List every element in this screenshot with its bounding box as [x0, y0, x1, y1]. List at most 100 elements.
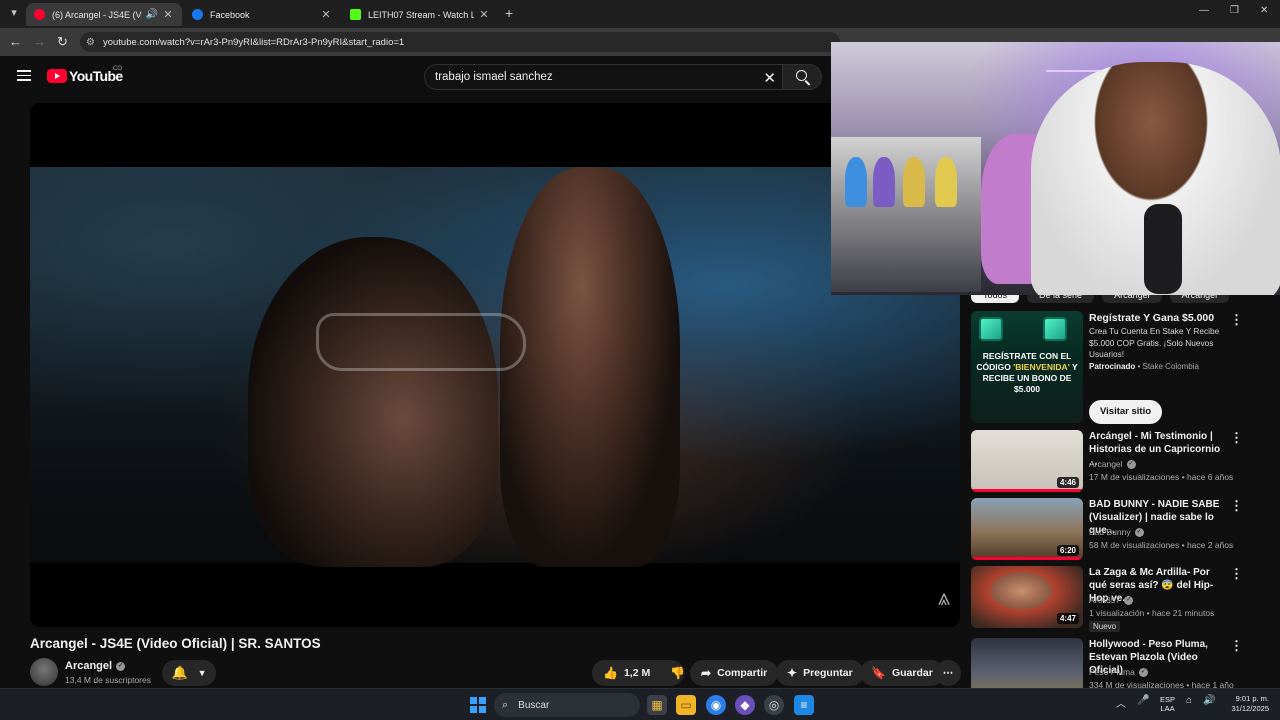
volume-icon[interactable]: 🔊 [1203, 695, 1215, 706]
notepad-icon[interactable]: ≡ [794, 695, 814, 715]
chevron-down-icon: ▼ [197, 668, 207, 678]
recommendation-channel[interactable]: Bad Bunny ✓ [1089, 527, 1144, 537]
network-icon[interactable]: ⌂ [1186, 695, 1192, 706]
ad-thumbnail[interactable]: REGÍSTRATE CON EL CÓDIGO 'BIENVENIDA' Y … [971, 311, 1083, 423]
duration-badge: 4:46 [1056, 477, 1079, 488]
windows-taskbar: ⌕ Buscar ▦ ▭ ◉ ◆ ◎ ≡ ︿ 🎤 ESP LAA ⌂ 🔊 9:0… [0, 688, 1280, 720]
verified-icon: ✓ [1138, 667, 1148, 677]
recommendation-channel[interactable]: AKA357 ✓ [1089, 595, 1134, 605]
back-icon[interactable]: ← [9, 34, 22, 49]
tray-chevron-icon[interactable]: ︿ [1116, 695, 1126, 710]
like-icon[interactable]: 👍 [603, 666, 618, 680]
facebook-favicon-icon [192, 9, 203, 20]
youtube-play-icon [47, 69, 67, 83]
audio-icon[interactable]: 🔊 [146, 9, 158, 20]
channel-name[interactable]: Arcangel ✓ [65, 660, 126, 672]
channel-text: Arcangel [1089, 459, 1123, 469]
minimize-icon[interactable]: — [1199, 5, 1209, 16]
app-icon[interactable]: ◆ [735, 695, 755, 715]
like-count[interactable]: 1,2 M [624, 667, 650, 679]
tab-kick[interactable]: LEITH07 Stream - Watch Live o ✕ [342, 3, 498, 26]
sponsored-label: Patrocinado [1089, 362, 1136, 371]
channel-text: Bad Bunny [1089, 527, 1131, 537]
recommendation-item[interactable]: 4:47 La Zaga & Mc Ardilla- Por qué seras… [971, 566, 1271, 632]
channel-avatar[interactable] [30, 658, 58, 686]
share-button[interactable]: ➦ Compartir [690, 660, 779, 686]
subscribed-bell-button[interactable]: 🔔 ▼ [162, 660, 216, 686]
recommendation-thumbnail[interactable]: 4:47 [971, 566, 1083, 628]
tab-youtube[interactable]: (6) Arcangel - JS4E (Video O 🔊 ✕ [26, 3, 182, 26]
watch-progress-bar [971, 557, 1083, 560]
figurine [873, 157, 895, 207]
like-dislike-group: 👍 1,2 M 👎 [592, 660, 685, 686]
recommendation-meta: 58 M de visualizaciones • hace 2 años [1089, 540, 1234, 550]
reload-icon[interactable]: ↻ [57, 34, 68, 50]
taskbar-search-label: Buscar [518, 699, 550, 711]
store-icon[interactable]: ▦ [647, 695, 667, 715]
save-button[interactable]: 🔖 Guardar [860, 660, 944, 686]
close-tab-icon[interactable]: ✕ [162, 8, 174, 21]
share-icon: ➦ [701, 666, 712, 680]
search-button[interactable] [782, 64, 822, 90]
address-bar[interactable]: ⚙ youtube.com/watch?v=rAr3-Pn9yRI&list=R… [80, 32, 840, 52]
channel-name-text: Arcangel [65, 660, 113, 672]
recommendation-thumbnail[interactable]: 4:46 [971, 430, 1083, 492]
app-icon[interactable]: ◎ [764, 695, 784, 715]
close-window-icon[interactable]: ✕ [1260, 5, 1268, 16]
visit-site-button[interactable]: Visitar sitio [1089, 400, 1163, 424]
forward-icon[interactable]: → [33, 34, 46, 49]
more-actions-button[interactable]: ⋯ [935, 660, 961, 686]
recommendation-channel[interactable]: Arcangel ✓ [1089, 459, 1136, 469]
keyboard-layout: LAA [1160, 704, 1175, 713]
close-tab-icon[interactable]: ✕ [478, 8, 490, 21]
new-badge: Nuevo [1089, 621, 1121, 632]
file-explorer-icon[interactable]: ▭ [676, 695, 696, 715]
recommendation-item[interactable]: 6:20 BAD BUNNY - NADIE SABE (Visualizer)… [971, 498, 1271, 560]
clock-date: 31/12/2025 [1231, 704, 1269, 713]
tab-strip: ▾ (6) Arcangel - JS4E (Video O 🔊 ✕ Faceb… [0, 0, 1280, 28]
ask-button[interactable]: ✦ Preguntar [776, 660, 864, 686]
recommendation-menu-icon[interactable]: ⋮ [1230, 498, 1243, 514]
youtube-logo[interactable]: YouTube CO [47, 66, 123, 84]
site-info-icon[interactable]: ⚙ [86, 37, 95, 48]
restore-icon[interactable]: ❐ [1230, 5, 1239, 16]
recommendation-menu-icon[interactable]: ⋮ [1230, 638, 1243, 654]
browser-window: ▾ (6) Arcangel - JS4E (Video O 🔊 ✕ Faceb… [0, 0, 1280, 720]
dislike-icon[interactable]: 👎 [670, 666, 685, 680]
taskbar-search[interactable]: ⌕ Buscar [494, 693, 640, 717]
recommendation-meta: 17 M de visualizaciones • hace 6 años [1089, 472, 1234, 482]
video-figure-front [248, 237, 498, 567]
channel-watermark-icon[interactable]: ⩓ [938, 585, 950, 611]
tab-title: (6) Arcangel - JS4E (Video O [52, 9, 142, 20]
advertiser-name: Stake Colombia [1142, 362, 1199, 371]
ad-title[interactable]: Regístrate Y Gana $5.000 [1089, 312, 1214, 324]
search-icon [796, 70, 807, 81]
recommendation-menu-icon[interactable]: ⋮ [1230, 566, 1243, 582]
video-glasses [316, 313, 526, 371]
video-title: Arcangel - JS4E (Video Oficial) | SR. SA… [30, 636, 321, 651]
tab-search-icon[interactable]: ▾ [6, 5, 22, 21]
share-label: Compartir [717, 667, 768, 679]
search-box[interactable]: ✕ [424, 64, 782, 90]
recommendation-menu-icon[interactable]: ⋮ [1230, 430, 1243, 446]
menu-icon[interactable] [17, 70, 31, 81]
tab-facebook[interactable]: Facebook ✕ [184, 3, 340, 26]
search-input[interactable] [435, 71, 755, 83]
clear-search-icon[interactable]: ✕ [763, 69, 776, 87]
chrome-icon[interactable]: ◉ [706, 695, 726, 715]
language-indicator[interactable]: ESP LAA [1160, 695, 1175, 713]
recommendation-thumbnail[interactable]: 6:20 [971, 498, 1083, 560]
new-tab-icon[interactable]: + [505, 5, 513, 21]
ad-menu-icon[interactable]: ⋮ [1230, 312, 1243, 328]
recommendation-item[interactable]: 4:46 Arcángel - Mi Testimonio | Historia… [971, 430, 1271, 492]
video-frame [30, 167, 960, 567]
microphone-icon[interactable]: 🎤 [1137, 695, 1149, 706]
video-player[interactable]: ⩓ [30, 103, 960, 627]
webcam-overlay [831, 42, 1280, 295]
windows-start-icon[interactable] [470, 697, 486, 713]
system-clock[interactable]: 9:01 p. m. 31/12/2025 [1227, 694, 1269, 714]
verified-icon: ✓ [1126, 459, 1136, 469]
tab-title: Facebook [210, 9, 250, 20]
recommendation-channel[interactable]: Peso Pluma ✓ [1089, 667, 1148, 677]
close-tab-icon[interactable]: ✕ [320, 8, 332, 21]
